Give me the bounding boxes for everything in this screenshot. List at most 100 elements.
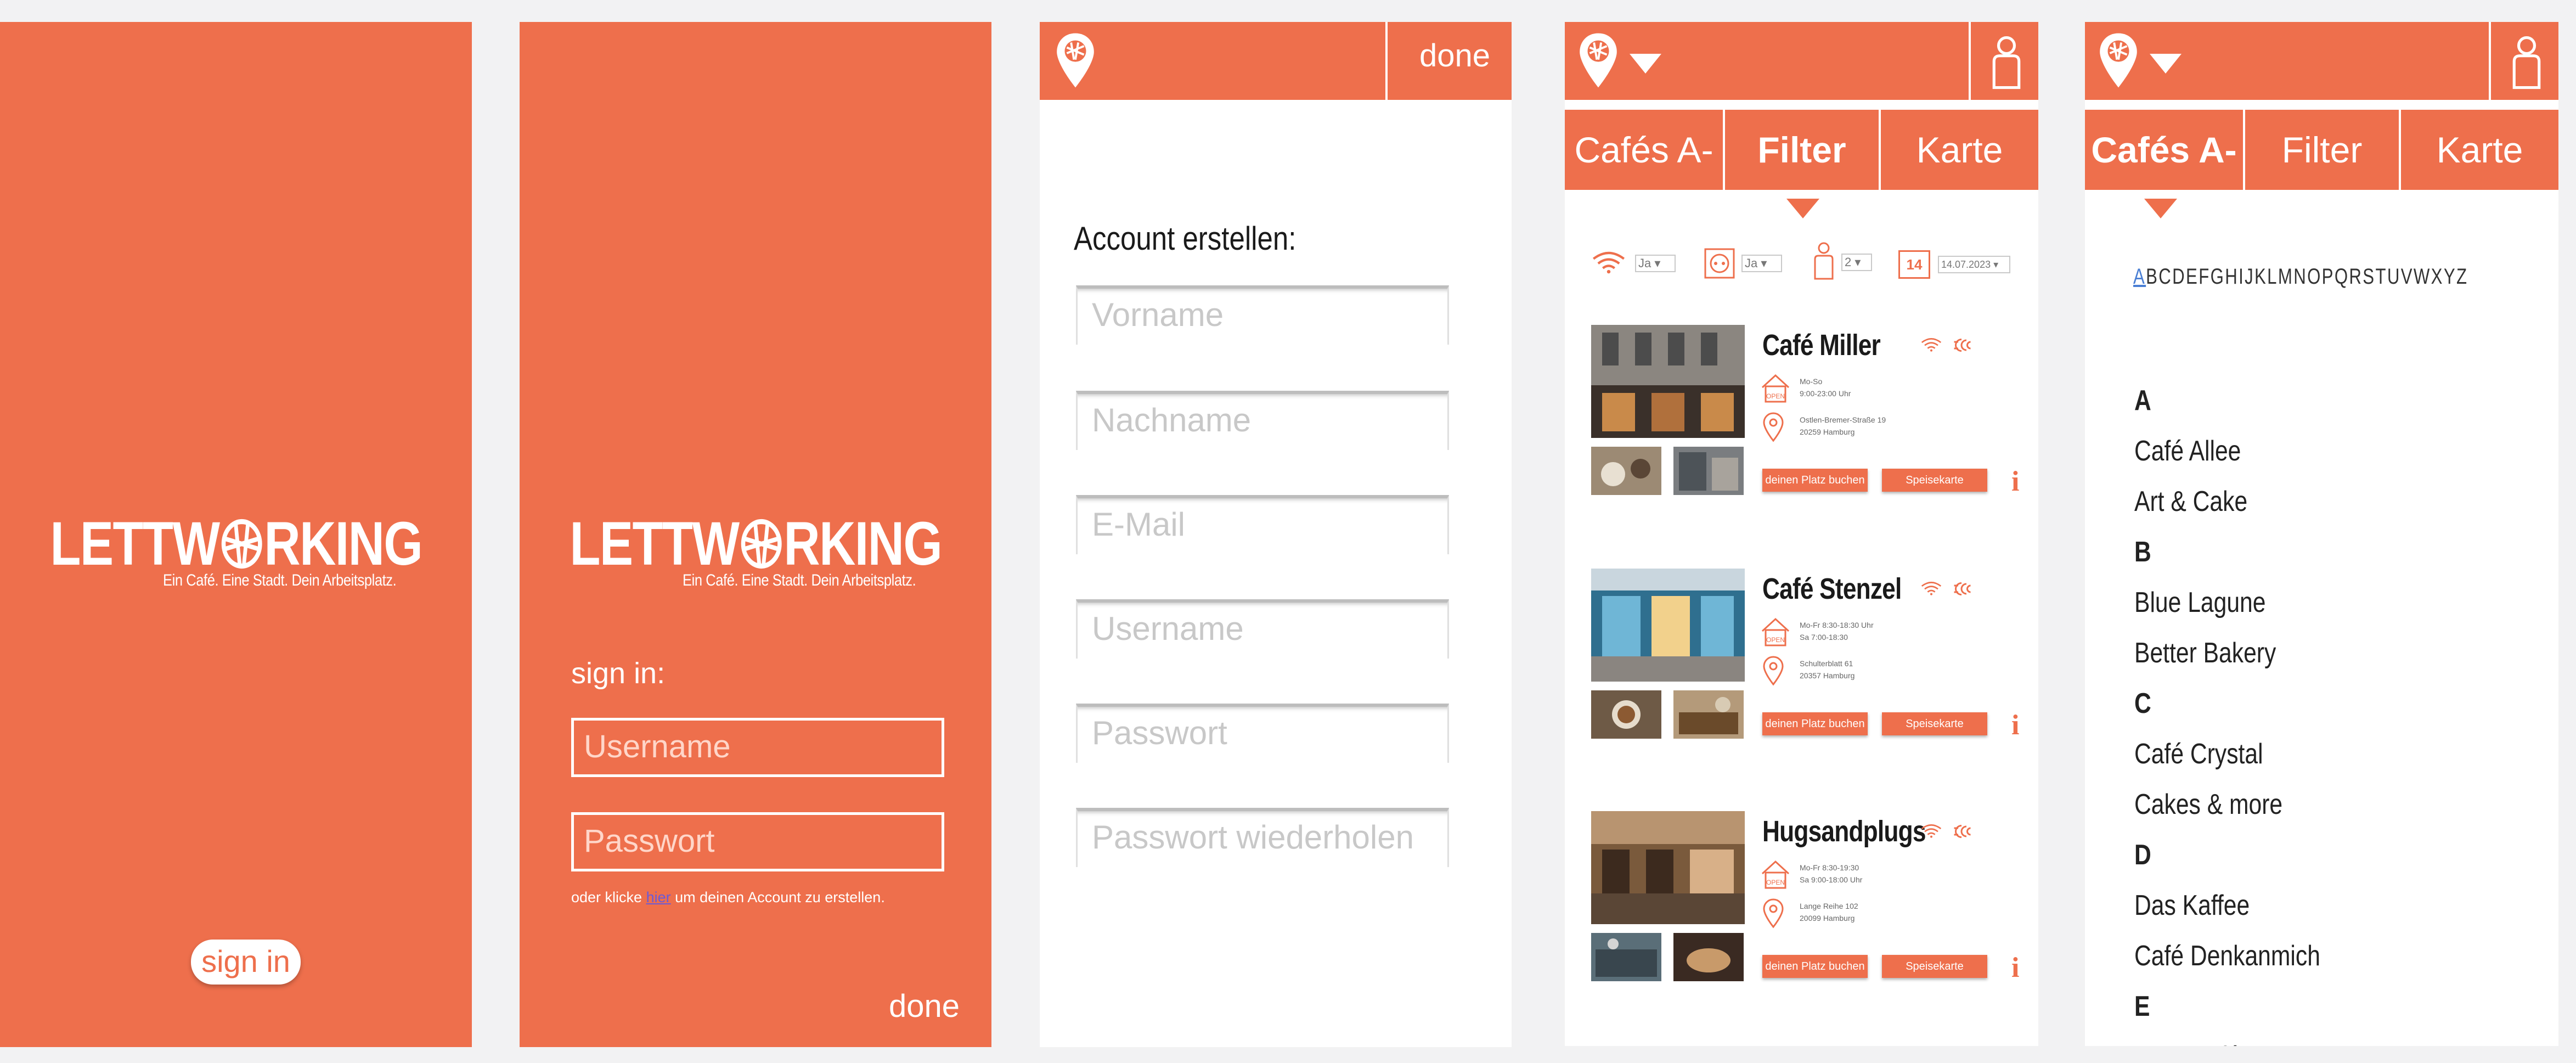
tab-filter[interactable]: Filter — [1725, 110, 1879, 190]
repeat-password-field[interactable]: Passwort wiederholen — [1076, 808, 1449, 867]
cafe-list-item[interactable]: Café Denkanmich — [2134, 940, 2320, 972]
cafe-list-item[interactable]: Entencafé — [2134, 1040, 2240, 1046]
info-icon[interactable]: i — [2011, 465, 2019, 498]
menu-button[interactable]: Speisekarte — [1882, 469, 1987, 492]
wifi-icon — [1920, 337, 1942, 352]
sign-in-label: sign in: — [571, 657, 666, 690]
app-logo: LETTW RKING Ein Café. Eine Stadt. Dein A… — [520, 513, 991, 590]
location-icon — [1762, 412, 1784, 442]
open-status-icon: OPEN — [1760, 617, 1791, 648]
tab-filter[interactable]: Filter — [2245, 110, 2399, 190]
create-account-hint: oder klicke hier um deinen Account zu er… — [571, 889, 885, 905]
location-icon — [1762, 655, 1784, 686]
first-name-field[interactable]: Vorname — [1076, 285, 1449, 345]
section-letter: A — [2134, 385, 2151, 417]
cafe-thumbnail[interactable] — [1591, 690, 1661, 739]
email-field[interactable]: E-Mail — [1076, 495, 1449, 554]
plug-icon — [1948, 581, 1975, 597]
section-letter: E — [2134, 991, 2150, 1022]
cafes-az-screen: Cafés A-Z Filter Karte ABCDEFGHIJKLMNOPQ… — [2085, 22, 2558, 1046]
book-seat-button[interactable]: deinen Platz buchen — [1762, 469, 1868, 492]
done-button[interactable]: done — [889, 988, 960, 1025]
cafe-list-item[interactable]: Art & Cake — [2134, 485, 2247, 518]
create-account-link[interactable]: hier — [646, 889, 671, 905]
date-select[interactable]: 14.07.2023 ▾ — [1938, 256, 2010, 273]
cafe-photo — [1591, 811, 1745, 924]
info-icon[interactable]: i — [2011, 709, 2019, 741]
opening-hours: Mo-Fr 8:30-19:30 Sa 9:00-18:00 Uhr — [1800, 863, 1863, 884]
open-status-icon: OPEN — [1760, 373, 1791, 404]
opening-hours: Mo-Fr 8:30-18:30 Uhr Sa 7:00-18:30 — [1800, 621, 1874, 642]
profile-icon[interactable] — [1989, 33, 2023, 90]
wifi-icon — [1920, 581, 1942, 596]
address: Ostlen-Bremer-Straße 19 20259 Hamburg — [1800, 415, 1886, 436]
last-name-field[interactable]: Nachname — [1076, 391, 1449, 450]
cafe-list-item[interactable]: Blue Lagune — [2134, 586, 2265, 619]
svg-text:OPEN: OPEN — [1766, 879, 1785, 886]
book-seat-button[interactable]: deinen Platz buchen — [1762, 955, 1868, 978]
alphabet-letter-active[interactable]: A — [2133, 265, 2146, 289]
cafe-thumbnail[interactable] — [1591, 933, 1661, 981]
location-icon — [1762, 898, 1784, 929]
top-bar: done — [1040, 22, 1512, 100]
page-title: Account erstellen: — [1074, 220, 1297, 257]
location-pin-icon[interactable] — [1577, 32, 1620, 89]
alphabet-letters[interactable]: BCDEFGHIJKLMNOPQRSTUVWXYZ — [2146, 265, 2468, 289]
cafe-photo — [1591, 325, 1745, 438]
password-input[interactable]: Passwort — [571, 812, 944, 871]
profile-icon[interactable] — [2510, 33, 2544, 90]
location-pin-icon[interactable] — [2097, 32, 2140, 89]
globe-icon — [740, 519, 781, 569]
menu-button[interactable]: Speisekarte — [1882, 712, 1987, 735]
cafe-thumbnail[interactable] — [1673, 933, 1744, 981]
cafe-list-item[interactable]: Café Crystal — [2134, 738, 2263, 770]
tab-cafes-az[interactable]: Cafés A-Z — [1565, 110, 1723, 250]
wifi-select[interactable]: Ja ▾ — [1635, 255, 1676, 272]
cafe-photo — [1591, 569, 1745, 682]
chevron-down-icon[interactable] — [1628, 53, 1662, 75]
open-status-icon: OPEN — [1760, 859, 1791, 890]
person-icon — [1814, 242, 1834, 280]
location-pin-icon[interactable] — [1054, 32, 1097, 89]
cafe-list-item[interactable]: Café Allee — [2134, 435, 2241, 468]
sign-in-button[interactable]: sign in — [191, 940, 301, 985]
tagline: Ein Café. Eine Stadt. Dein Arbeitsplatz. — [162, 571, 397, 589]
cafe-list-item[interactable]: Das Kaffee — [2134, 889, 2250, 922]
cafe-card[interactable]: Hugsandplugs OPEN Mo-Fr 8:30-19:30 Sa 9:0… — [1591, 811, 2019, 992]
logo-text-right: RKING — [264, 509, 422, 578]
tab-cafes-az[interactable]: Cafés A-Z — [2085, 110, 2243, 250]
create-account-screen: done Account erstellen: Vorname Nachname… — [1040, 22, 1512, 1047]
plug-icon — [1948, 337, 1975, 353]
logo-text-left: LETTW — [50, 509, 220, 578]
opening-hours: Mo-So 9:00-23:00 Uhr — [1800, 377, 1851, 398]
cafe-thumbnail[interactable] — [1591, 447, 1661, 495]
persons-select[interactable]: 2 ▾ — [1841, 254, 1872, 271]
cafe-thumbnail[interactable] — [1673, 447, 1744, 495]
socket-select[interactable]: Ja ▾ — [1741, 255, 1782, 272]
calendar-icon: 14 — [1898, 250, 1930, 279]
wifi-icon — [1591, 250, 1626, 274]
book-seat-button[interactable]: deinen Platz buchen — [1762, 712, 1868, 735]
cafe-list-item[interactable]: Cakes & more — [2134, 788, 2282, 821]
tab-karte[interactable]: Karte — [1881, 110, 2038, 190]
chevron-down-icon[interactable] — [2149, 53, 2183, 75]
done-button[interactable]: done — [1419, 37, 1490, 74]
app-logo: LETTW RKING Ein Café. Eine Stadt. Dein A… — [0, 509, 472, 590]
tagline: Ein Café. Eine Stadt. Dein Arbeitsplatz. — [682, 571, 916, 589]
username-input[interactable]: Username — [571, 718, 944, 777]
info-icon[interactable]: i — [2011, 952, 2019, 984]
cafe-name: Café Miller — [1762, 329, 1881, 362]
wifi-icon — [1920, 823, 1942, 839]
svg-text:OPEN: OPEN — [1766, 392, 1785, 400]
cafe-card[interactable]: Café Stenzel OPEN Mo-Fr 8:30-18:30 Uhr Sa… — [1591, 569, 2019, 750]
alphabet-index[interactable]: ABCDEFGHIJKLMNOPQRSTUVWXYZ — [2133, 265, 2468, 289]
menu-button[interactable]: Speisekarte — [1882, 955, 1987, 978]
sign-in-screen: LETTW RKING Ein Café. Eine Stadt. Dein A… — [520, 22, 991, 1047]
password-field[interactable]: Passwort — [1076, 704, 1449, 763]
cafe-card[interactable]: Café Miller OPEN Mo-So 9:00-23:00 Uhr Ost… — [1591, 325, 2019, 506]
tab-karte[interactable]: Karte — [2401, 110, 2558, 190]
cafe-thumbnail[interactable] — [1673, 690, 1744, 739]
username-field[interactable]: Username — [1076, 599, 1449, 659]
cafe-list-item[interactable]: Better Bakery — [2134, 637, 2276, 670]
globe-icon — [221, 519, 262, 569]
